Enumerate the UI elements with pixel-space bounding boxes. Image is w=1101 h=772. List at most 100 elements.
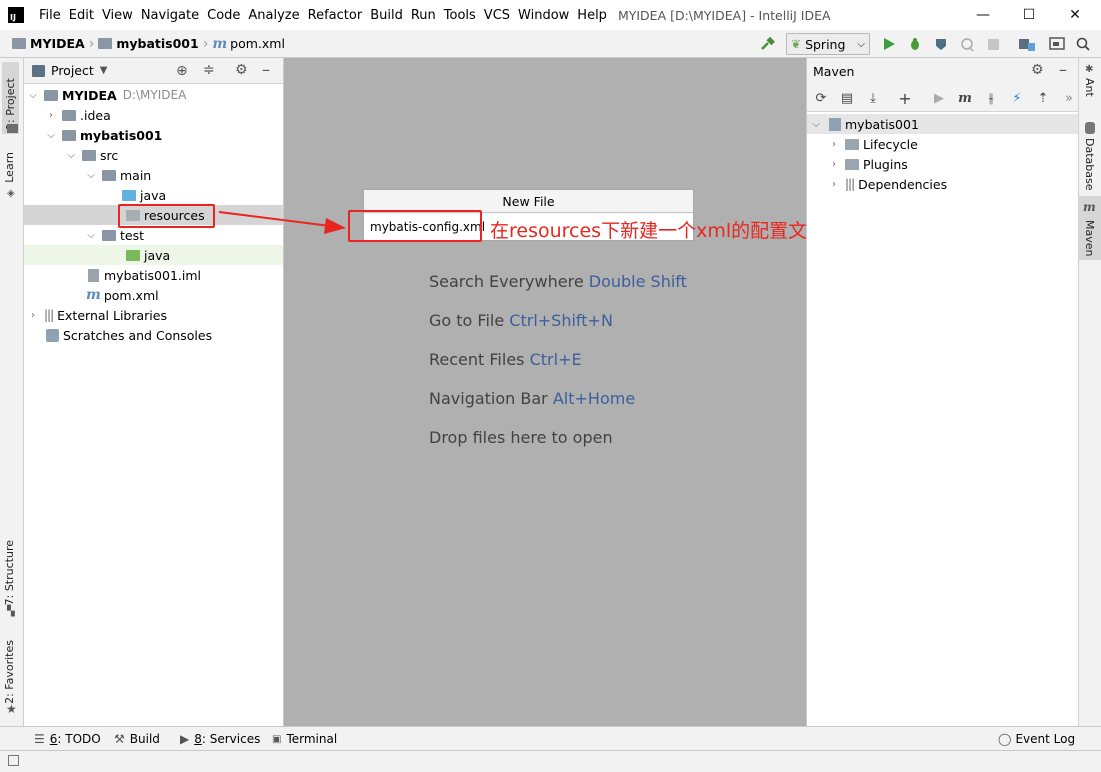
hint-search-everywhere: Search Everywhere Double Shift [429, 272, 687, 291]
breadcrumb-file[interactable]: m pom.xml [212, 36, 285, 52]
show-dependencies-icon[interactable]: ⇡ [1033, 88, 1053, 108]
hint-navigation-bar: Navigation Bar Alt+Home [429, 389, 635, 408]
editor-empty-area[interactable]: Search Everywhere Double Shift Go to Fil… [284, 58, 806, 726]
tree-node-iml[interactable]: mybatis001.iml [24, 265, 283, 285]
run-with-coverage-icon[interactable] [930, 30, 952, 58]
services-tool-tab-label: : Services [201, 732, 261, 746]
stop-icon[interactable] [982, 30, 1004, 58]
chevron-down-icon[interactable]: ▼ [100, 65, 108, 76]
menu-run[interactable]: Run [408, 8, 441, 23]
tree-node-root[interactable]: ⌵ MYIDEA D:\MYIDEA [24, 85, 283, 105]
menu-analyze[interactable]: Analyze [245, 8, 304, 23]
breadcrumb-module[interactable]: mybatis001 [98, 36, 199, 51]
run-icon[interactable]: ▶ [929, 88, 949, 108]
add-icon[interactable]: + [895, 88, 915, 108]
event-log-tool-tab[interactable]: ◯ Event Log [998, 727, 1075, 751]
maximize-button[interactable]: ☐ [1006, 0, 1052, 30]
hint-text: Search Everywhere [429, 272, 584, 291]
hint-text: Navigation Bar [429, 389, 548, 408]
menu-tools[interactable]: Tools [441, 8, 481, 23]
hide-panel-icon[interactable]: – [1059, 60, 1067, 79]
maven-tree-plugins[interactable]: › Plugins [807, 154, 1078, 174]
collapsed-arrow-icon: › [832, 138, 836, 150]
menu-refactor[interactable]: Refactor [305, 8, 368, 23]
toggle-tool-windows-icon[interactable] [8, 755, 19, 766]
breadcrumb-project[interactable]: MYIDEA [12, 36, 85, 51]
tree-node-test-java[interactable]: java [24, 245, 283, 265]
run-icon[interactable] [878, 30, 900, 58]
more-actions-icon[interactable]: » [1059, 88, 1079, 108]
menu-build[interactable]: Build [367, 8, 408, 23]
build-tool-tab-label: Build [129, 732, 160, 746]
build-hammer-icon[interactable] [756, 30, 778, 58]
hide-panel-icon[interactable]: – [262, 60, 270, 79]
gear-icon[interactable]: ⚙ [1031, 62, 1044, 78]
menu-window[interactable]: Window [515, 8, 574, 23]
reload-icon[interactable]: ⟳ [811, 88, 831, 108]
locate-crosshair-icon[interactable]: ⊕ [176, 63, 188, 79]
generate-sources-icon[interactable]: ▤ [837, 88, 857, 108]
terminal-tool-tab[interactable]: ▣ Terminal [272, 727, 337, 751]
menu-vcs[interactable]: VCS [481, 8, 515, 23]
maven-tool-tab-label: Maven [1083, 220, 1096, 257]
tree-node-main-java[interactable]: java [24, 185, 283, 205]
tree-node-scratches[interactable]: Scratches and Consoles [24, 325, 283, 345]
collapsed-arrow-icon: › [49, 109, 53, 121]
project-structure-icon[interactable] [1016, 30, 1038, 58]
tree-node-test[interactable]: ⌵ test [24, 225, 283, 245]
database-tool-tab[interactable]: Database [1083, 138, 1096, 191]
structure-icon: ▚ [7, 606, 15, 617]
todo-tool-tab[interactable]: ☰ 6: TODO [34, 727, 101, 751]
maven-tree-project[interactable]: ⌵ mybatis001 [807, 114, 1078, 134]
close-button[interactable]: ✕ [1052, 0, 1098, 30]
dependencies-icon: ||| [845, 177, 855, 191]
toggle-offline-icon[interactable]: ⫳ [981, 88, 1001, 108]
breadcrumb-file-label: pom.xml [230, 36, 285, 51]
tree-node-src-label: src [100, 147, 119, 163]
tree-node-test-java-label: java [144, 247, 171, 263]
menu-view[interactable]: View [99, 8, 138, 23]
tree-node-src[interactable]: ⌵ src [24, 145, 283, 165]
spring-leaf-icon: ❦ [791, 37, 802, 51]
build-tool-tab[interactable]: ⚒ Build [114, 727, 160, 751]
tree-node-main[interactable]: ⌵ main [24, 165, 283, 185]
services-tool-tab[interactable]: ▶ 8: Services [180, 727, 260, 751]
execute-goal-icon[interactable]: m [955, 88, 975, 108]
ant-tool-tab[interactable]: Ant [1083, 78, 1096, 97]
todo-tool-tab-label: : TODO [57, 732, 101, 746]
breadcrumb-module-label: mybatis001 [116, 36, 199, 51]
structure-tool-tab[interactable]: 7: Structure [3, 540, 16, 605]
skip-tests-icon[interactable]: ⚡ [1007, 88, 1027, 108]
minimize-button[interactable]: — [960, 0, 1006, 30]
folder-icon [102, 229, 116, 241]
project-panel-title[interactable]: Project [51, 63, 94, 78]
maven-file-icon: m [86, 287, 101, 303]
profiler-icon[interactable] [956, 30, 978, 58]
menu-file[interactable]: File [36, 8, 66, 23]
terminal-icon: ▣ [272, 733, 282, 745]
run-configuration-select[interactable]: ❦ Spring ⌵ [786, 33, 870, 55]
tree-node-pom[interactable]: m pom.xml [24, 285, 283, 305]
presentation-icon[interactable] [1046, 30, 1068, 58]
maven-tool-tab[interactable]: Maven [1083, 220, 1096, 256]
tree-node-module[interactable]: ⌵ mybatis001 [24, 125, 283, 145]
collapse-all-icon[interactable]: ≑ [203, 62, 215, 78]
debug-bug-icon[interactable] [904, 30, 926, 58]
menu-code[interactable]: Code [204, 8, 245, 23]
tree-node-idea[interactable]: › .idea [24, 105, 283, 125]
module-folder-icon [62, 129, 76, 141]
maven-tree-lifecycle[interactable]: › Lifecycle [807, 134, 1078, 154]
hint-text: Go to File [429, 311, 505, 330]
maven-tree-dependencies[interactable]: › ||| Dependencies [807, 174, 1078, 194]
menu-edit[interactable]: Edit [66, 8, 99, 23]
download-icon[interactable]: ⤓ [863, 88, 883, 108]
search-icon[interactable] [1072, 30, 1094, 58]
learn-tool-tab[interactable]: Learn [3, 152, 16, 183]
favorites-tool-tab[interactable]: 2: Favorites [3, 640, 16, 704]
tree-node-iml-label: mybatis001.iml [104, 267, 202, 283]
gear-icon[interactable]: ⚙ [235, 62, 248, 78]
menu-navigate[interactable]: Navigate [138, 8, 204, 23]
bottom-tool-bar: ☰ 6: TODO ⚒ Build ▶ 8: Services ▣ Termin… [0, 726, 1101, 750]
menu-help[interactable]: Help [574, 8, 612, 23]
tree-node-external-libraries[interactable]: › ||| External Libraries [24, 305, 283, 325]
